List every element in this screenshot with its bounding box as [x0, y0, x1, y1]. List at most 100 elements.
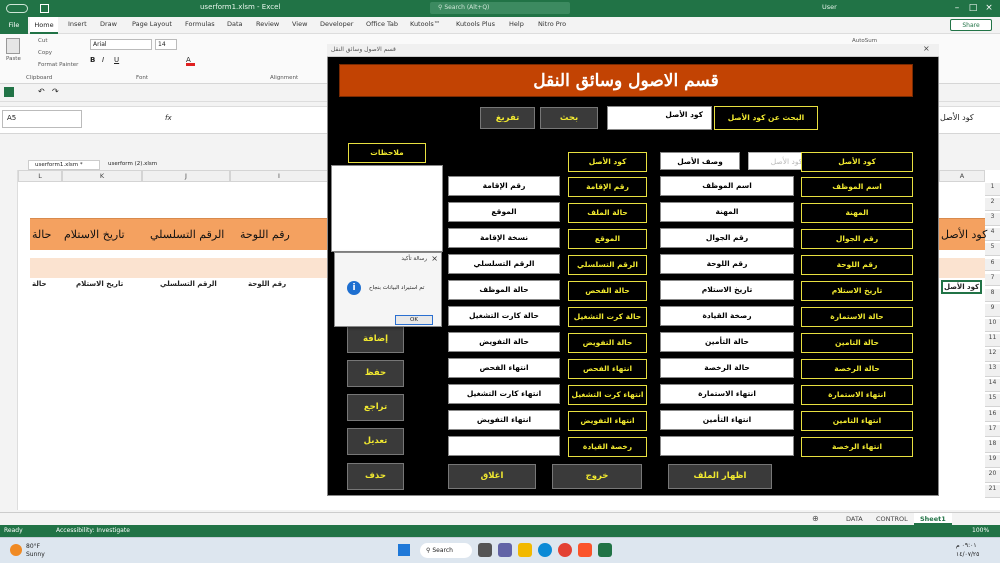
field-input-m3[interactable]: رقم الجوال — [660, 228, 794, 248]
field-input-m4[interactable]: رقم اللوحة — [660, 254, 794, 274]
file-tab-2[interactable]: userform (2).xlsm — [102, 160, 182, 170]
field-input-m6[interactable]: رصخة القيادة — [660, 306, 794, 326]
taskbar-search[interactable]: ⚲ Search — [420, 543, 472, 558]
show-file-button[interactable]: اظهار الملف — [668, 464, 772, 489]
column-header-A[interactable]: A — [939, 170, 985, 182]
tab-kutools-plus[interactable]: Kutools Plus — [456, 20, 495, 28]
user-name[interactable]: User — [822, 3, 837, 11]
row-header-9[interactable]: 9 — [985, 303, 1000, 317]
formula-value[interactable]: كود الأصل — [940, 113, 974, 122]
row-header-14[interactable]: 14 — [985, 379, 1000, 393]
tab-data[interactable]: Data — [227, 20, 243, 28]
search-button[interactable]: بحث — [540, 107, 598, 129]
status-accessibility[interactable]: Accessibility: Investigate — [56, 527, 130, 534]
row-header-17[interactable]: 17 — [985, 424, 1000, 438]
cell-l5[interactable]: حالة — [32, 280, 47, 288]
field-input-l4[interactable]: حالة الموظف — [448, 280, 560, 300]
dialog-close-icon[interactable]: × — [431, 254, 438, 263]
exit-button[interactable]: خروج — [552, 464, 642, 489]
tab-review[interactable]: Review — [256, 20, 279, 28]
font-size-select[interactable]: 14 — [155, 39, 177, 50]
row-header-7[interactable]: 7 — [985, 273, 1000, 287]
search-box[interactable]: ⚲ Search (Alt+Q) — [430, 2, 570, 14]
tab-home[interactable]: Home — [30, 17, 58, 34]
excel-taskbar-icon[interactable] — [598, 543, 612, 557]
sheet-tab-data[interactable]: DATA — [840, 513, 869, 525]
tab-page-layout[interactable]: Page Layout — [132, 20, 172, 28]
cell-j5[interactable]: الرقم التسلسلي — [160, 280, 217, 288]
undo-icon[interactable]: ↶ — [38, 87, 45, 96]
row-header-12[interactable]: 12 — [985, 349, 1000, 362]
column-header-K[interactable]: K — [62, 170, 142, 182]
field-input-l8[interactable]: انتهاء كارت التشغيل — [448, 384, 560, 404]
column-header-I[interactable]: I — [230, 170, 328, 182]
tab-office-tab[interactable]: Office Tab — [366, 20, 398, 28]
field-input-m9[interactable]: انتهاء الاستمارة — [660, 384, 794, 404]
search-input[interactable]: كود الأصل — [607, 106, 712, 130]
delete-button[interactable]: حذف — [347, 463, 404, 490]
field-input-l3[interactable]: الرقم التسلسلي — [448, 254, 560, 274]
fx-icon[interactable]: fx — [165, 114, 172, 122]
field-input-m1[interactable]: اسم الموظف — [660, 176, 794, 196]
tab-insert[interactable]: Insert — [68, 20, 87, 28]
row-header-8[interactable]: 8 — [985, 288, 1000, 302]
add-button[interactable]: إضافة — [347, 326, 404, 353]
minimize-button[interactable]: – — [950, 2, 964, 15]
undo-button[interactable]: تراجع — [347, 394, 404, 421]
row-header-13[interactable]: 13 — [985, 364, 1000, 378]
close-button[interactable]: × — [982, 2, 996, 15]
sheet-tab-sheet1[interactable]: Sheet1 — [914, 513, 952, 525]
header-cell-i[interactable]: رقم اللوحة — [240, 228, 290, 241]
tab-file[interactable]: File — [0, 17, 28, 34]
dialog-ok-button[interactable]: OK — [395, 315, 433, 325]
cell-i5[interactable]: رقم اللوحة — [248, 280, 286, 288]
row-header-16[interactable]: 16 — [985, 409, 1000, 423]
column-header-L[interactable]: L — [18, 170, 62, 182]
userform-close-icon[interactable]: × — [923, 44, 933, 53]
field-input-m11[interactable] — [660, 436, 794, 456]
autosave-toggle[interactable] — [6, 4, 28, 13]
weather-icon[interactable] — [10, 544, 22, 556]
font-name-select[interactable]: Arial — [90, 39, 152, 50]
row-header-5[interactable]: 5 — [985, 243, 1000, 257]
brave-icon[interactable] — [578, 543, 592, 557]
column-header-J[interactable]: J — [142, 170, 230, 182]
row-header-6[interactable]: 6 — [985, 258, 1000, 272]
close-form-button[interactable]: اغلاق — [448, 464, 536, 489]
row-header-3[interactable]: 3 — [985, 213, 1000, 227]
zoom-level[interactable]: 100% — [972, 527, 989, 534]
row-header-2[interactable]: 2 — [985, 198, 1000, 211]
add-sheet-icon[interactable]: ⊕ — [812, 514, 819, 523]
field-input-l6[interactable]: حالة التفويض — [448, 332, 560, 352]
share-button[interactable]: Share — [950, 19, 992, 31]
tab-view[interactable]: View — [292, 20, 307, 28]
field-input-l0[interactable]: رقم الإقامة — [448, 176, 560, 196]
file-tab-1[interactable]: userform1.xlsm * — [28, 160, 100, 170]
tab-help[interactable]: Help — [509, 20, 524, 28]
notes-textbox[interactable] — [331, 165, 443, 252]
save-icon[interactable] — [40, 4, 49, 13]
cut-button[interactable]: Cut — [38, 38, 47, 44]
task-view-icon[interactable] — [478, 543, 492, 557]
paste-icon[interactable] — [6, 38, 20, 54]
header-cell-a[interactable]: كود الأصل — [941, 228, 987, 241]
field-input-l5[interactable]: حالة كارت التشغيل — [448, 306, 560, 326]
tab-formulas[interactable]: Formulas — [185, 20, 215, 28]
clear-button[interactable]: تفريغ — [480, 107, 535, 129]
redo-icon[interactable]: ↷ — [52, 87, 59, 96]
clock-time[interactable]: ٠٩:٠١ م — [956, 542, 977, 549]
row-header-10[interactable]: 10 — [985, 318, 1000, 332]
field-input-l2[interactable]: نسخة الإقامة — [448, 228, 560, 248]
clock-date[interactable]: ١٤/٠٧/٢٥ — [956, 551, 979, 558]
field-input-m7[interactable]: حالة التأمين — [660, 332, 794, 352]
bold-button[interactable]: B — [90, 56, 99, 66]
field-input-l10[interactable] — [448, 436, 560, 456]
field-input-m10[interactable]: انتهاء التأمين — [660, 410, 794, 430]
save-form-button[interactable]: حفظ — [347, 360, 404, 387]
paste-button[interactable]: Paste — [6, 56, 21, 62]
row-header-20[interactable]: 20 — [985, 469, 1000, 483]
font-color-button[interactable]: A — [186, 56, 195, 66]
format-painter-button[interactable]: Format Painter — [38, 62, 78, 68]
underline-button[interactable]: U — [114, 56, 123, 66]
field-input-m2[interactable]: المهنة — [660, 202, 794, 222]
